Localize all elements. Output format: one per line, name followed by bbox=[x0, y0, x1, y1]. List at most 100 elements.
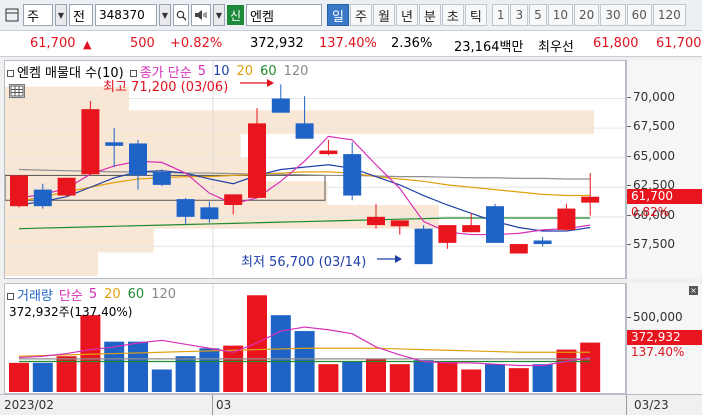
volume-bar bbox=[532, 364, 553, 392]
volume-legend: 거래량 단순 5 20 60 120 bbox=[7, 285, 176, 304]
period-tab[interactable]: 주 bbox=[350, 4, 372, 26]
ma-period-label[interactable]: 20 bbox=[237, 64, 254, 79]
candle-body bbox=[581, 196, 600, 203]
ma-period-label[interactable]: 120 bbox=[284, 64, 309, 79]
candle-body bbox=[462, 225, 481, 233]
volume-bar bbox=[437, 361, 458, 392]
interval-tab[interactable]: 20 bbox=[574, 4, 600, 26]
volume-bar bbox=[461, 369, 482, 392]
current-volume-pct: 137.40% bbox=[631, 345, 685, 359]
stock-code-input[interactable]: 348370 bbox=[95, 4, 157, 26]
candle-body bbox=[224, 194, 243, 205]
price-chart-svg bbox=[5, 61, 625, 278]
volume-bar bbox=[342, 361, 363, 392]
window-layout-icon[interactable] bbox=[3, 5, 21, 25]
type-select[interactable]: 전 bbox=[69, 4, 93, 26]
date-label-end: 03/23 bbox=[634, 398, 669, 412]
interval-tab[interactable]: 10 bbox=[547, 4, 574, 26]
candle-body bbox=[152, 171, 171, 185]
candle-body bbox=[438, 225, 457, 243]
candle-body bbox=[486, 206, 504, 243]
trade-amount: 23,164백만 bbox=[454, 40, 524, 55]
price-tick: 67,500 bbox=[627, 119, 675, 134]
current-price: 61,700 bbox=[30, 36, 76, 51]
price-change: 500 bbox=[130, 36, 155, 51]
volume-chart-panel[interactable]: 거래량 단순 5 20 60 120 372,932주(137.40%) bbox=[4, 283, 626, 394]
volume-ma-period-label[interactable]: 60 bbox=[128, 287, 145, 302]
candle-body bbox=[367, 216, 385, 226]
close-icon[interactable]: × bbox=[689, 286, 698, 295]
volume-ma-period-label[interactable]: 120 bbox=[151, 287, 176, 302]
volume-ratio: 137.40% bbox=[319, 36, 377, 51]
volume-legend-item[interactable]: 거래량 bbox=[7, 285, 53, 304]
candle-body bbox=[57, 177, 76, 196]
volume-bar bbox=[580, 342, 601, 392]
sound-button[interactable] bbox=[191, 4, 211, 26]
interval-tab[interactable]: 1 bbox=[491, 4, 510, 26]
chart-toolbar: 주 ▼ 전 348370 ▼ ▼ 신 엔켐 일주월년분초틱 1 3 5 10 20 30 6… bbox=[0, 0, 702, 31]
candle-body bbox=[10, 175, 28, 207]
stock-name-field[interactable]: 엔켐 bbox=[246, 4, 323, 26]
candle-body bbox=[295, 123, 314, 139]
volume-bar bbox=[32, 362, 53, 392]
volume-ma-label: 단순 bbox=[58, 289, 83, 304]
low-arrow-head bbox=[395, 255, 402, 263]
search-icon bbox=[176, 10, 186, 21]
volume-ma-period-label[interactable]: 20 bbox=[104, 287, 121, 302]
quote-bar: 61,700 ▲ 500 +0.82% 372,932 137.40% 2.36… bbox=[0, 31, 702, 57]
candle-body bbox=[557, 208, 576, 230]
candle-body bbox=[248, 123, 266, 198]
stock-name-value: 엔켐 bbox=[250, 9, 274, 25]
volume-bar bbox=[199, 348, 220, 392]
volume-bar bbox=[485, 364, 505, 392]
speaker-icon bbox=[195, 10, 207, 20]
date-axis[interactable]: 2023/02 03 03/23 bbox=[0, 394, 702, 415]
candle-body bbox=[81, 109, 100, 175]
candle-body bbox=[33, 189, 52, 207]
period-tab[interactable]: 일 bbox=[327, 4, 350, 26]
candle-body bbox=[105, 142, 124, 146]
ma-period-label[interactable]: 60 bbox=[260, 64, 277, 79]
volume-axis[interactable]: × 500,000 372,932 137.40% bbox=[626, 283, 702, 394]
interval-tab[interactable]: 5 bbox=[529, 4, 547, 26]
grid-toggle-button[interactable] bbox=[9, 84, 25, 98]
up-arrow-icon: ▲ bbox=[83, 38, 92, 51]
interval-tab[interactable]: 120 bbox=[652, 4, 686, 26]
volume-profile-bar bbox=[5, 181, 328, 205]
price-tick: 70,000 bbox=[627, 89, 675, 104]
period-tab[interactable]: 월 bbox=[372, 4, 395, 26]
price-axis[interactable]: 70,000 67,500 65,000 62,500 60,000 57,500 61,… bbox=[626, 60, 702, 279]
interval-tab[interactable]: 30 bbox=[600, 4, 626, 26]
price-tick: 65,000 bbox=[627, 148, 675, 163]
volume-ma-period-list: 5 20 60 120 bbox=[89, 287, 176, 302]
interval-tab[interactable]: 60 bbox=[626, 4, 652, 26]
interval-tab[interactable]: 3 bbox=[510, 4, 529, 26]
search-button[interactable] bbox=[173, 4, 189, 26]
volume-tick: 500,000 bbox=[627, 310, 683, 324]
volume-ma-period-label[interactable]: 5 bbox=[89, 287, 97, 302]
market-dropdown-icon[interactable]: ▼ bbox=[55, 4, 67, 26]
market-select-value: 주 bbox=[27, 9, 39, 25]
interval-tabs: 1 3 5 10 20 30 60 120 bbox=[491, 4, 686, 26]
period-tab[interactable]: 년 bbox=[395, 4, 418, 26]
date-label-month: 03 bbox=[216, 398, 232, 412]
price-tick: 57,500 bbox=[627, 237, 675, 252]
period-tab[interactable]: 분 bbox=[418, 4, 441, 26]
price-chart-panel[interactable]: 엔켐 매물대 수(10) 종가 단순 5 10 20 60 120 최고 71,200 … bbox=[4, 60, 626, 279]
period-tab[interactable]: 틱 bbox=[464, 4, 487, 26]
period-tab[interactable]: 초 bbox=[441, 4, 464, 26]
candle-body bbox=[200, 207, 219, 220]
sound-dropdown-icon[interactable]: ▼ bbox=[213, 4, 225, 26]
volume-profile-bar bbox=[5, 252, 98, 276]
candle-body bbox=[176, 199, 195, 217]
best-ask-label: 최우선 bbox=[538, 40, 574, 55]
turnover-rate: 2.36% bbox=[391, 36, 433, 51]
volume-bar bbox=[556, 349, 577, 392]
volume-bar bbox=[104, 341, 125, 392]
date-label-start: 2023/02 bbox=[4, 398, 54, 412]
market-select[interactable]: 주 bbox=[23, 4, 53, 26]
current-price-pct: 0.82% bbox=[631, 205, 670, 219]
volume-value: 372,932 bbox=[250, 36, 304, 51]
code-dropdown-icon[interactable]: ▼ bbox=[159, 4, 171, 26]
candle-body bbox=[343, 154, 362, 196]
